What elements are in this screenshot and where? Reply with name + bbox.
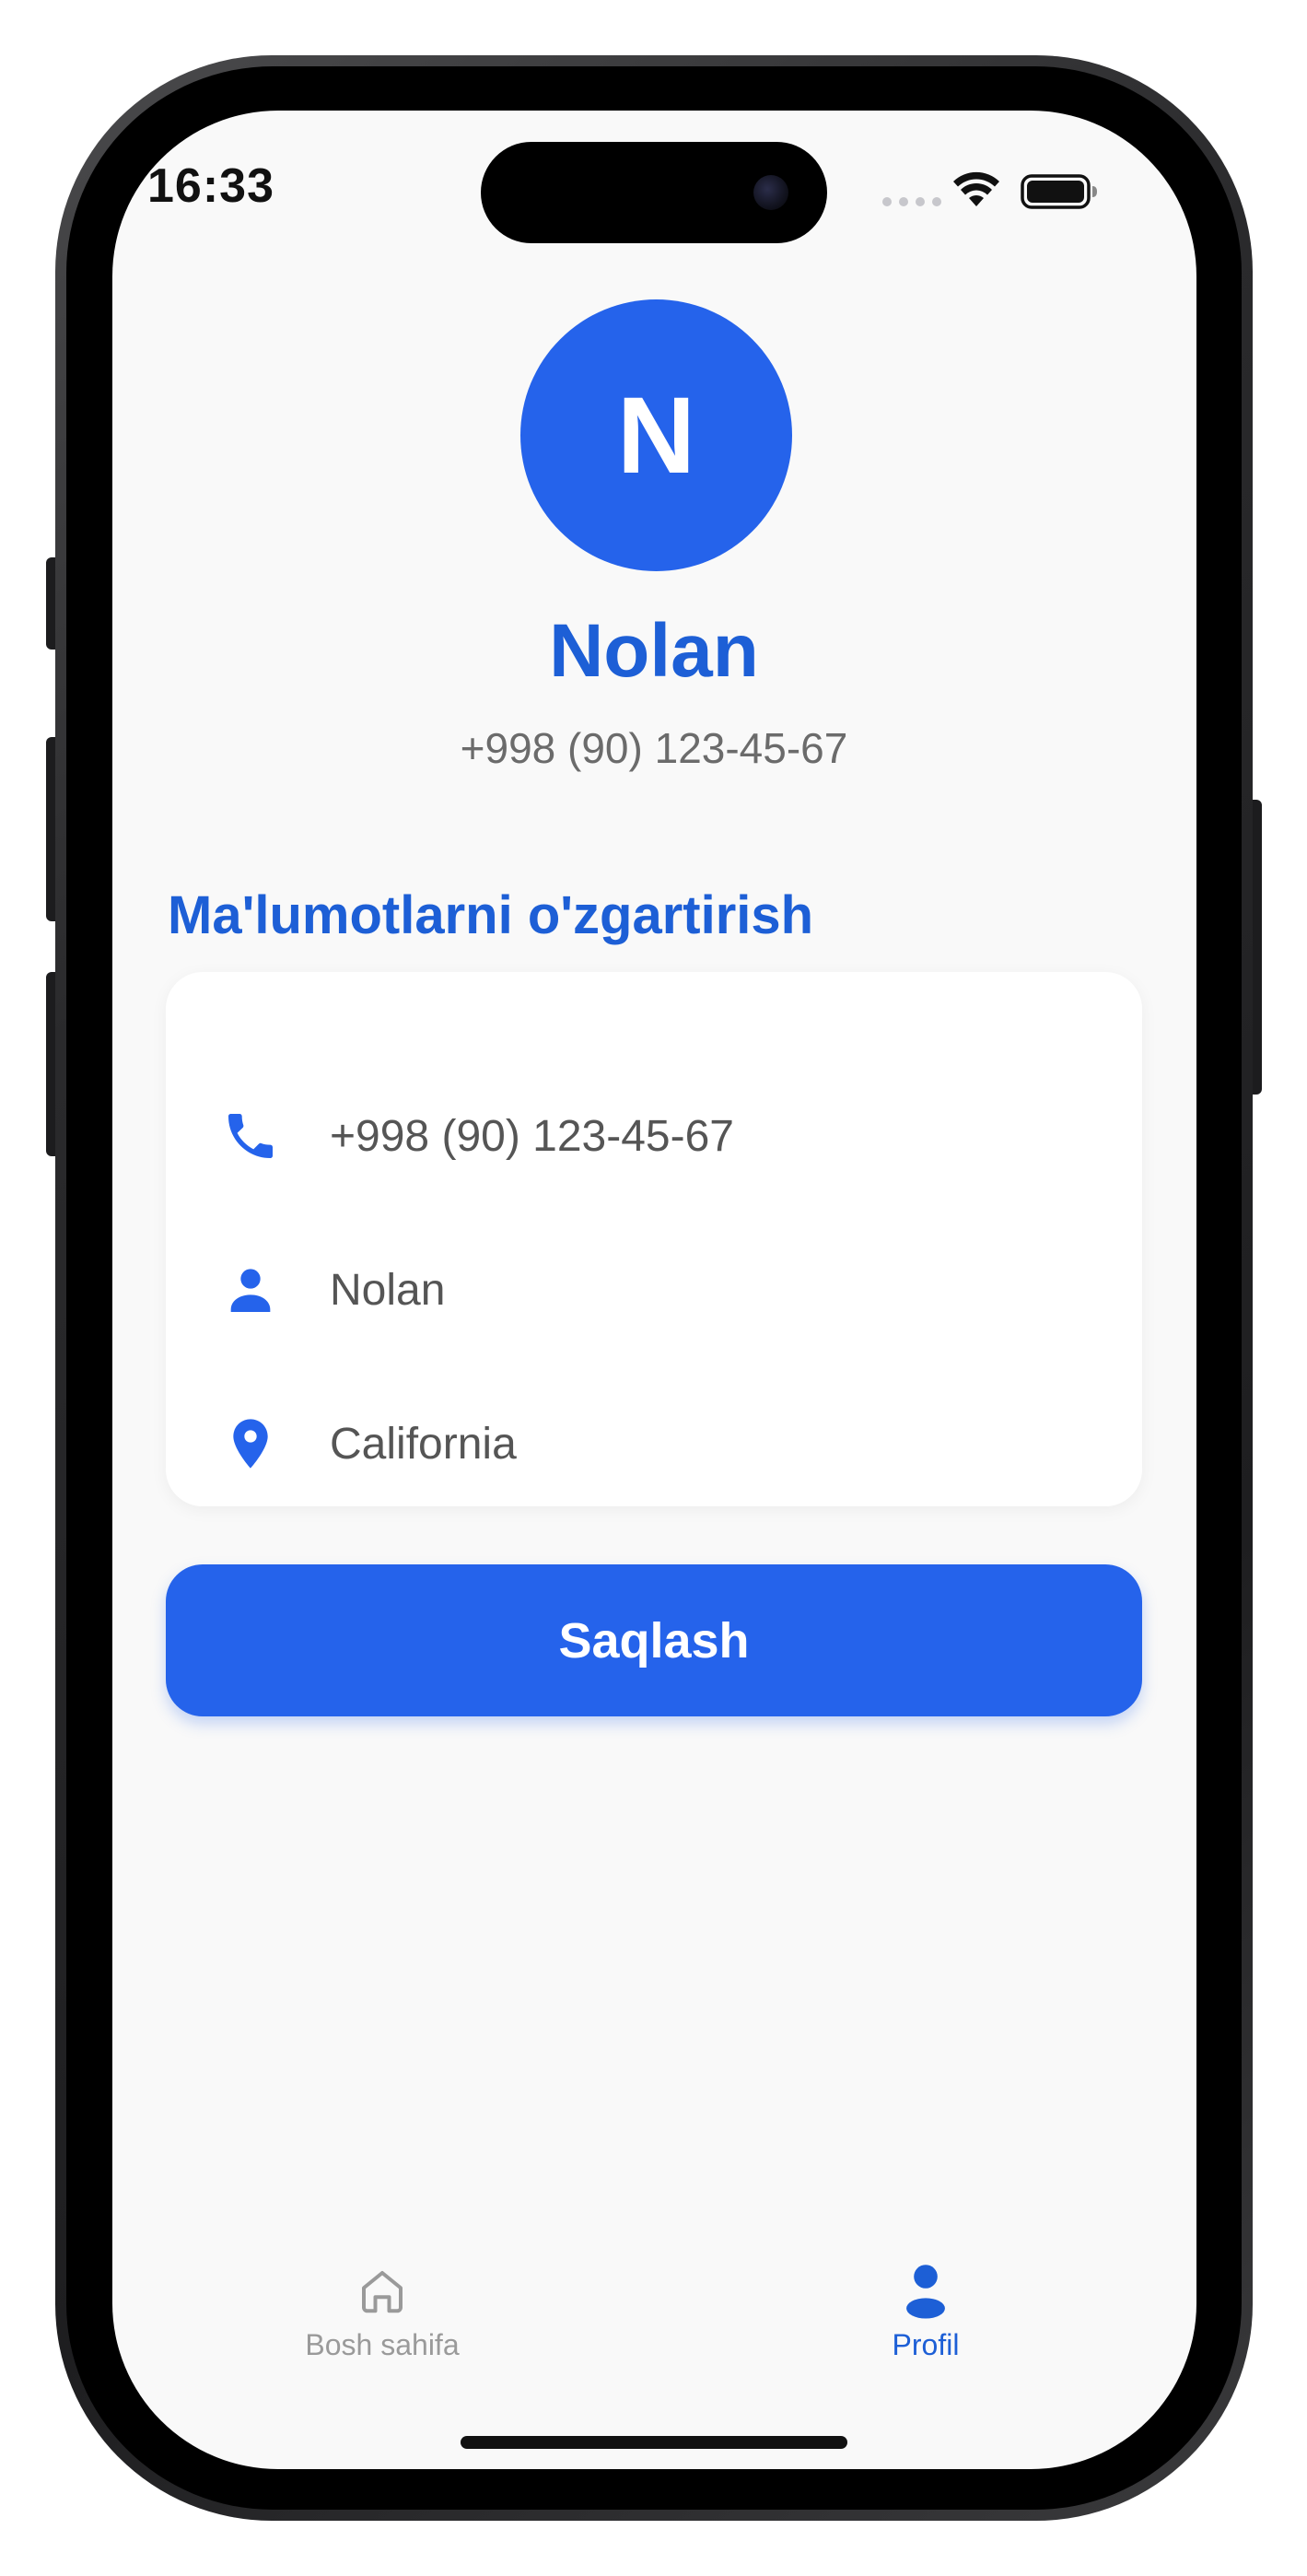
person-icon	[896, 2262, 955, 2321]
nav-label-home: Bosh sahifa	[305, 2328, 460, 2361]
phone-icon	[221, 1107, 280, 1165]
front-camera	[753, 175, 788, 210]
save-button[interactable]: Saqlash	[166, 1564, 1142, 1716]
profile-name: Nolan	[549, 609, 759, 693]
cellular-signal-icon	[882, 197, 941, 206]
name-field-row	[166, 1235, 1142, 1345]
phone-field-row	[166, 1081, 1142, 1191]
dynamic-island	[481, 142, 827, 243]
location-pin-icon	[221, 1414, 280, 1473]
location-input[interactable]	[330, 1402, 1085, 1485]
nav-item-home[interactable]: Bosh sahifa	[244, 2262, 520, 2362]
nav-item-profile[interactable]: Profil	[788, 2262, 1064, 2362]
home-indicator	[461, 2436, 847, 2449]
battery-icon	[1021, 174, 1097, 209]
status-time: 16:33	[147, 159, 274, 213]
avatar-initial: N	[616, 374, 696, 497]
wifi-icon	[953, 171, 999, 206]
edit-form-card	[166, 972, 1142, 1506]
home-icon	[353, 2262, 412, 2321]
person-icon	[221, 1260, 280, 1319]
phone-input[interactable]	[330, 1095, 1085, 1177]
nav-label-profile: Profil	[892, 2328, 960, 2361]
name-input[interactable]	[330, 1248, 1085, 1331]
profile-phone: +998 (90) 123-45-67	[460, 724, 848, 772]
location-field-row	[166, 1388, 1142, 1499]
avatar: N	[520, 299, 792, 571]
section-title: Ma'lumotlarni o'zgartirish	[168, 885, 814, 945]
device-mockup: 16:33 N Nolan +998 (90) 123-45-67 Ma'lum…	[0, 0, 1307, 2576]
